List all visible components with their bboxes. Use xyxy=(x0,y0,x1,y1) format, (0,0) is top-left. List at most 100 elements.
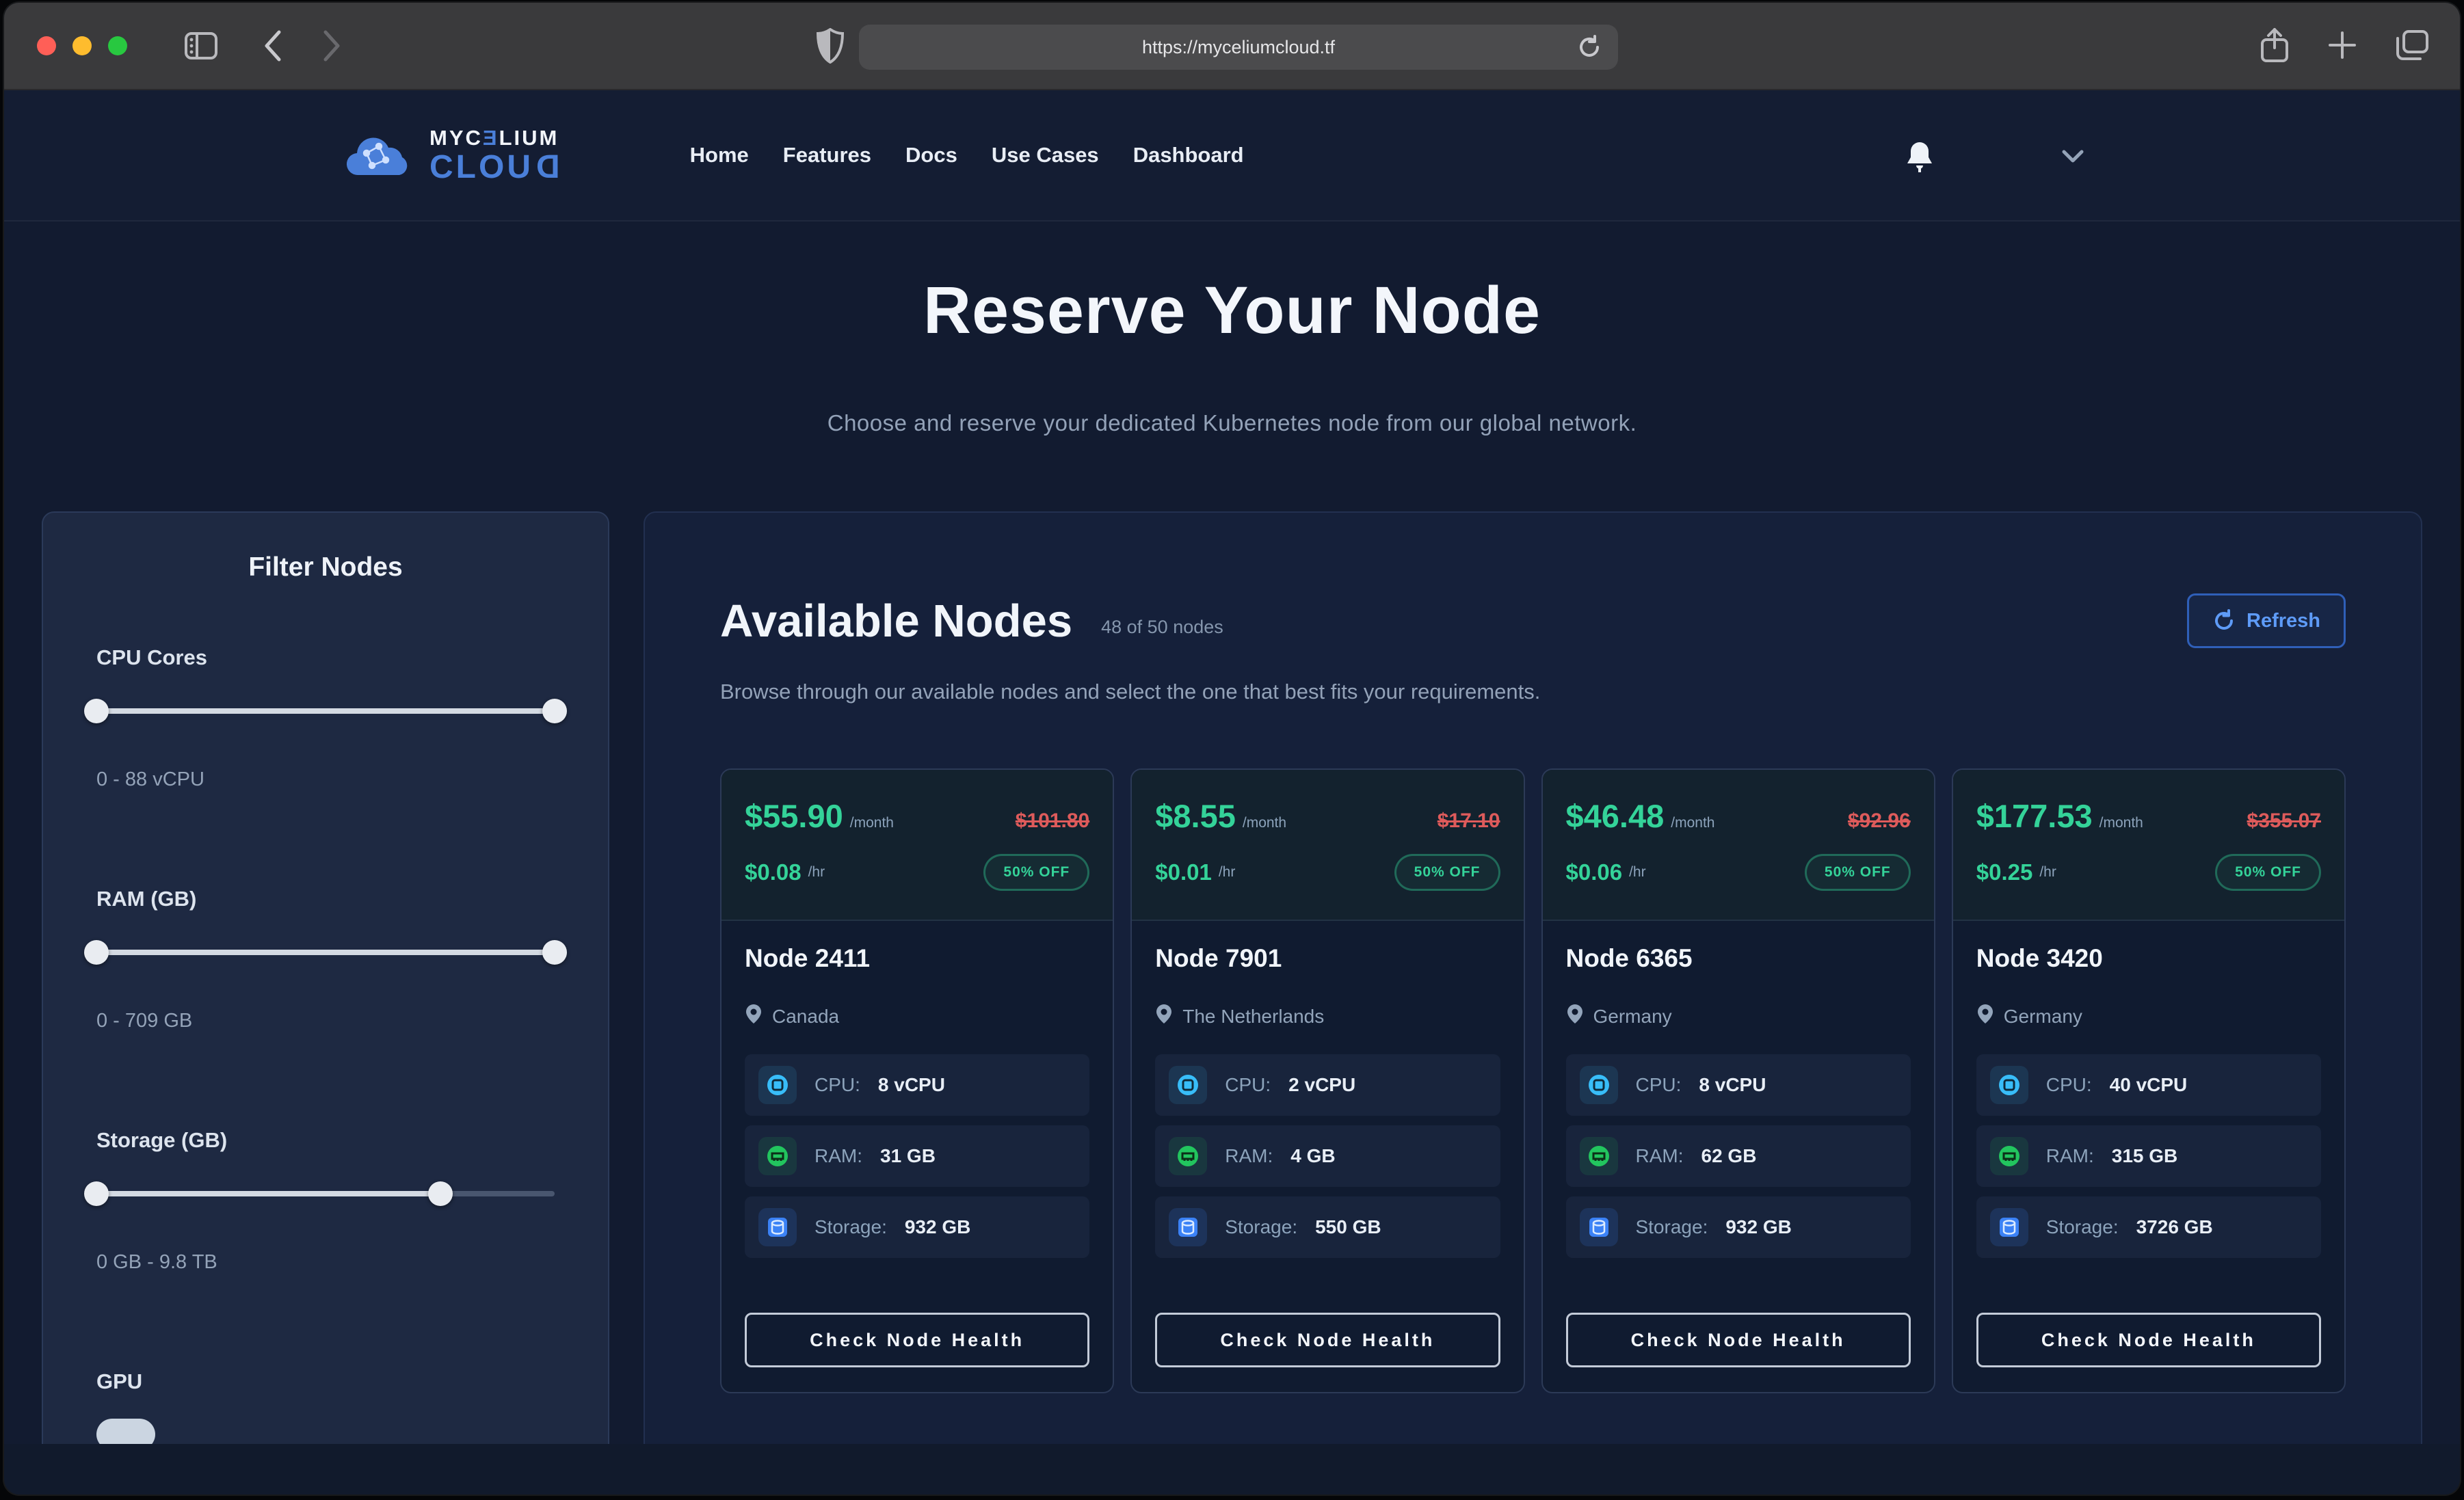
filter-gpu: GPU xyxy=(96,1369,555,1444)
node-card: $177.53 /month $355.07 $0.25 /hr 50% OFF… xyxy=(1952,768,2346,1393)
node-location: The Netherlands xyxy=(1182,1006,1324,1028)
slider-handle-min[interactable] xyxy=(84,699,109,723)
slider-handle-max[interactable] xyxy=(542,699,567,723)
spec-row-cpu: CPU: 8 vCPU xyxy=(745,1054,1089,1116)
available-nodes-panel: Available Nodes 48 of 50 nodes Refresh B… xyxy=(644,511,2422,1444)
old-price: $355.07 xyxy=(2247,809,2321,833)
page-subtitle: Choose and reserve your dedicated Kubern… xyxy=(4,410,2460,436)
price-per-month: $46.48 xyxy=(1566,797,1665,835)
sidebar-toggle-icon[interactable] xyxy=(185,32,217,59)
check-node-health-button[interactable]: Check Node Health xyxy=(745,1313,1089,1367)
section-subtitle: Browse through our available nodes and s… xyxy=(720,680,2346,704)
storage-icon xyxy=(1169,1208,1207,1246)
cpu-cores-slider[interactable] xyxy=(96,699,555,723)
discount-badge: 50% OFF xyxy=(1805,854,1911,891)
slider-handle-max[interactable] xyxy=(428,1181,453,1206)
month-unit: /month xyxy=(850,815,894,831)
slider-handle-min[interactable] xyxy=(84,940,109,965)
node-location: Canada xyxy=(772,1006,839,1028)
check-node-health-button[interactable]: Check Node Health xyxy=(1976,1313,2321,1367)
gpu-toggle[interactable] xyxy=(96,1419,155,1444)
url-bar[interactable]: https://myceliumcloud.tf xyxy=(859,25,1618,70)
notifications-bell-icon[interactable] xyxy=(1904,139,1935,177)
nav-link-home[interactable]: Home xyxy=(690,143,749,168)
filter-label: RAM (GB) xyxy=(96,887,555,911)
cloud-logo-icon xyxy=(341,127,412,184)
node-name: Node 2411 xyxy=(745,944,1089,973)
section-title: Available Nodes xyxy=(720,595,1072,647)
location-pin-icon xyxy=(1155,1003,1173,1030)
filter-range-text: 0 - 88 vCPU xyxy=(96,768,555,791)
node-card: $55.90 /month $101.80 $0.08 /hr 50% OFF … xyxy=(720,768,1114,1393)
nav-link-features[interactable]: Features xyxy=(783,143,871,168)
filter-label: Storage (GB) xyxy=(96,1128,555,1153)
slider-handle-max[interactable] xyxy=(542,940,567,965)
node-cards-grid: $55.90 /month $101.80 $0.08 /hr 50% OFF … xyxy=(720,768,2346,1393)
brand-logo[interactable]: MYCƎLIUM CLOUD xyxy=(341,127,560,184)
price-per-hour: $0.08 xyxy=(745,859,802,885)
price-per-hour: $0.25 xyxy=(1976,859,2033,885)
hour-unit: /hr xyxy=(1629,864,1646,881)
spec-row-cpu: CPU: 8 vCPU xyxy=(1566,1054,1911,1116)
storage-icon xyxy=(758,1208,797,1246)
browser-toolbar: https://myceliumcloud.tf xyxy=(4,3,2460,90)
privacy-shield-icon[interactable] xyxy=(817,28,844,64)
reload-icon[interactable] xyxy=(1576,34,1603,64)
price-per-hour: $0.01 xyxy=(1155,859,1212,885)
refresh-icon xyxy=(2212,609,2236,632)
nav-links: Home Features Docs Use Cases Dashboard xyxy=(690,143,1244,168)
share-icon[interactable] xyxy=(2260,27,2289,66)
nav-link-use-cases[interactable]: Use Cases xyxy=(992,143,1099,168)
close-window-button[interactable] xyxy=(37,36,56,55)
filter-panel: Filter Nodes CPU Cores 0 - 88 vCPU RAM (… xyxy=(42,511,609,1444)
tab-overview-icon[interactable] xyxy=(2396,29,2430,64)
zoom-window-button[interactable] xyxy=(108,36,127,55)
filter-label: GPU xyxy=(96,1369,555,1394)
nav-link-dashboard[interactable]: Dashboard xyxy=(1133,143,1244,168)
back-button[interactable] xyxy=(263,29,283,62)
cpu-icon xyxy=(758,1066,797,1104)
location-pin-icon xyxy=(1566,1003,1584,1030)
minimize-window-button[interactable] xyxy=(72,36,92,55)
ram-icon xyxy=(1990,1137,2028,1175)
hour-unit: /hr xyxy=(1219,864,1236,881)
node-name: Node 7901 xyxy=(1155,944,1500,973)
refresh-button[interactable]: Refresh xyxy=(2187,593,2346,648)
account-chevron-down-icon[interactable] xyxy=(2061,149,2084,168)
nav-link-docs[interactable]: Docs xyxy=(905,143,957,168)
ram-slider[interactable] xyxy=(96,940,555,965)
cpu-icon xyxy=(1990,1066,2028,1104)
node-card: $46.48 /month $92.96 $0.06 /hr 50% OFF N… xyxy=(1541,768,1935,1393)
price-per-month: $55.90 xyxy=(745,797,843,835)
month-unit: /month xyxy=(1671,815,1714,831)
old-price: $101.80 xyxy=(1016,809,1089,833)
spec-row-ram: RAM: 31 GB xyxy=(745,1125,1089,1187)
new-tab-icon[interactable] xyxy=(2327,30,2357,64)
slider-handle-min[interactable] xyxy=(84,1181,109,1206)
cpu-icon xyxy=(1169,1066,1207,1104)
location-pin-icon xyxy=(1976,1003,1994,1030)
node-card-pricing: $55.90 /month $101.80 $0.08 /hr 50% OFF xyxy=(721,770,1113,921)
month-unit: /month xyxy=(2099,815,2143,831)
spec-row-ram: RAM: 315 GB xyxy=(1976,1125,2321,1187)
spec-row-storage: Storage: 550 GB xyxy=(1155,1196,1500,1258)
forward-button[interactable] xyxy=(321,29,342,62)
month-unit: /month xyxy=(1243,815,1286,831)
price-per-month: $8.55 xyxy=(1155,797,1236,835)
price-per-hour: $0.06 xyxy=(1566,859,1623,885)
spec-row-ram: RAM: 62 GB xyxy=(1566,1125,1911,1187)
spec-row-cpu: CPU: 2 vCPU xyxy=(1155,1054,1500,1116)
ram-icon xyxy=(758,1137,797,1175)
check-node-health-button[interactable]: Check Node Health xyxy=(1566,1313,1911,1367)
check-node-health-button[interactable]: Check Node Health xyxy=(1155,1313,1500,1367)
window-controls xyxy=(37,36,127,55)
url-text: https://myceliumcloud.tf xyxy=(1142,37,1335,58)
site-navbar: MYCƎLIUM CLOUD Home Features Docs Use Ca… xyxy=(4,90,2460,222)
node-location: Germany xyxy=(1593,1006,1672,1028)
storage-slider[interactable] xyxy=(96,1181,555,1206)
filter-panel-title: Filter Nodes xyxy=(96,552,555,582)
hour-unit: /hr xyxy=(808,864,825,881)
filter-storage: Storage (GB) 0 GB - 9.8 TB xyxy=(96,1128,555,1274)
page-title: Reserve Your Node xyxy=(4,272,2460,349)
spec-row-storage: Storage: 932 GB xyxy=(745,1196,1089,1258)
